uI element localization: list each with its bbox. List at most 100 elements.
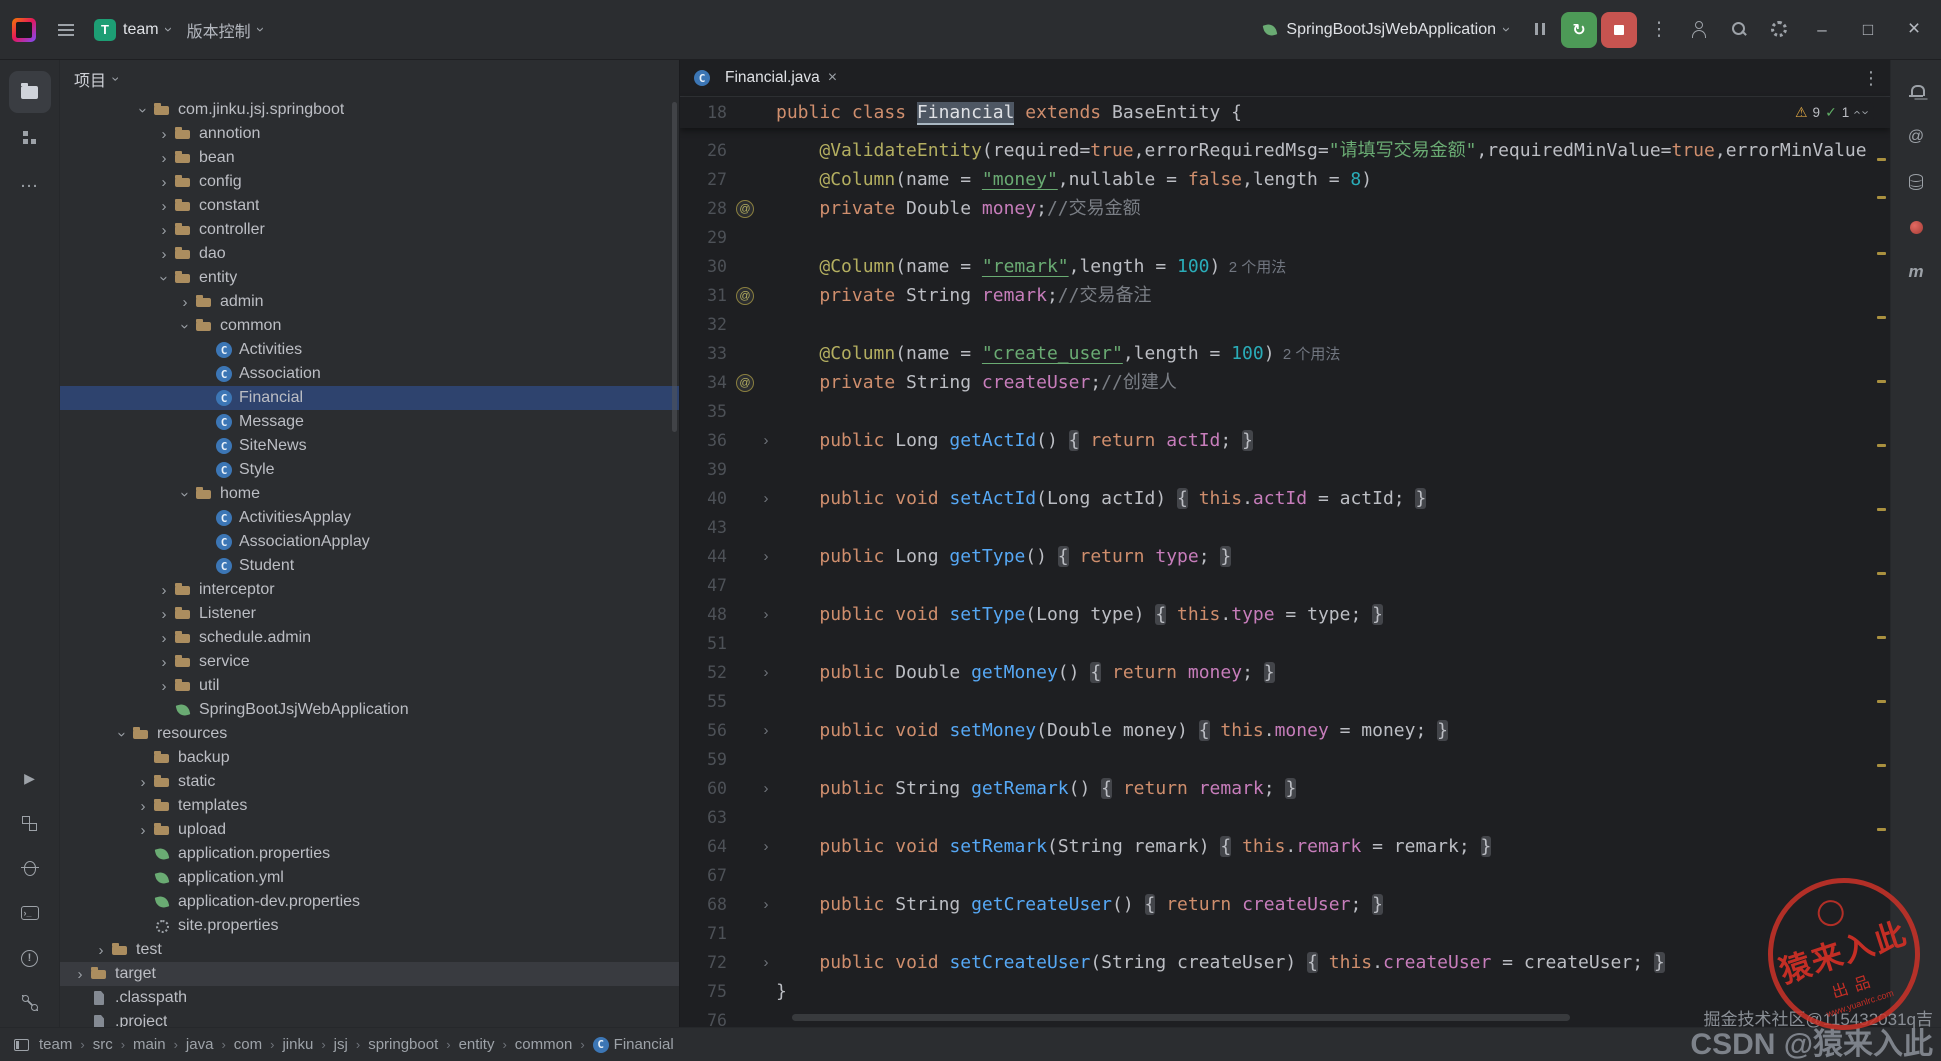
tree-item-util[interactable]: › util: [60, 674, 679, 698]
tree-item-test[interactable]: › test: [60, 938, 679, 962]
code-lines[interactable]: 26 @ValidateEntity(required=true,errorRe…: [680, 128, 1890, 1027]
tree-item-interceptor[interactable]: › interceptor: [60, 578, 679, 602]
tree-item-Listener[interactable]: › Listener: [60, 602, 679, 626]
minimize-icon[interactable]: –: [1799, 9, 1845, 51]
warning-stripe-mark[interactable]: [1877, 636, 1886, 639]
tree-chevron-icon[interactable]: ›: [154, 606, 174, 623]
breadcrumb-item-jsj[interactable]: jsj: [334, 1036, 348, 1053]
tree-chevron-icon[interactable]: ›: [175, 294, 195, 311]
vcs-widget[interactable]: 版本控制 ›: [179, 14, 271, 46]
warning-stripe-mark[interactable]: [1877, 316, 1886, 319]
breadcrumb-item-team[interactable]: team: [39, 1036, 72, 1053]
next-highlight-icon[interactable]: ›: [1858, 110, 1873, 114]
warning-stripe-mark[interactable]: [1877, 252, 1886, 255]
tree-chevron-icon[interactable]: ›: [91, 942, 111, 959]
tree-scrollbar[interactable]: [672, 102, 677, 432]
warning-stripe-mark[interactable]: [1877, 764, 1886, 767]
run-icon[interactable]: ▶: [9, 757, 51, 799]
tree-item-static[interactable]: › static: [60, 770, 679, 794]
pause-icon[interactable]: [1521, 11, 1557, 47]
breadcrumb-item-common[interactable]: common: [515, 1036, 573, 1053]
tree-chevron-icon[interactable]: ›: [154, 174, 174, 191]
tree-item-application.properties[interactable]: application.properties: [60, 842, 679, 866]
tree-item-Activities[interactable]: C Activities: [60, 338, 679, 362]
tree-item-controller[interactable]: › controller: [60, 218, 679, 242]
tab-financial-java[interactable]: C Financial.java ×: [680, 60, 851, 96]
tree-item-com.jinku.jsj.springboot[interactable]: › com.jinku.jsj.springboot: [60, 98, 679, 122]
tree-item-application-dev.properties[interactable]: application-dev.properties: [60, 890, 679, 914]
fold-arrow-icon[interactable]: ›: [756, 548, 776, 565]
tree-item-backup[interactable]: backup: [60, 746, 679, 770]
more-vertical-icon[interactable]: ⋮: [1641, 12, 1677, 48]
fold-arrow-icon[interactable]: ›: [756, 432, 776, 449]
ai-assistant-icon[interactable]: @: [1895, 116, 1937, 158]
tree-chevron-icon[interactable]: ›: [177, 316, 194, 336]
close-icon[interactable]: ×: [1891, 8, 1937, 50]
problems-icon[interactable]: !: [9, 937, 51, 979]
tree-chevron-icon[interactable]: ›: [114, 724, 131, 744]
warning-stripe-mark[interactable]: [1877, 508, 1886, 511]
breadcrumb-item-src[interactable]: src: [93, 1036, 113, 1053]
tree-item-Style[interactable]: C Style: [60, 458, 679, 482]
fold-arrow-icon[interactable]: ›: [756, 606, 776, 623]
fold-arrow-icon[interactable]: ›: [756, 954, 776, 971]
stop-icon[interactable]: [1601, 12, 1637, 49]
database-icon[interactable]: [1895, 161, 1937, 203]
maximize-icon[interactable]: □: [1845, 9, 1891, 51]
tree-item-AssociationApplay[interactable]: C AssociationApplay: [60, 530, 679, 554]
breadcrumb-item-springboot[interactable]: springboot: [368, 1036, 438, 1053]
profiler-icon[interactable]: [1895, 206, 1937, 248]
settings-icon[interactable]: [1761, 11, 1797, 47]
tree-item-service[interactable]: › service: [60, 650, 679, 674]
horizontal-scrollbar[interactable]: [792, 1014, 1570, 1021]
tree-item-.classpath[interactable]: .classpath: [60, 986, 679, 1010]
notifications-icon[interactable]: [1895, 71, 1937, 113]
tree-item-SiteNews[interactable]: C SiteNews: [60, 434, 679, 458]
tree-item-bean[interactable]: › bean: [60, 146, 679, 170]
fold-arrow-icon[interactable]: ›: [756, 896, 776, 913]
terminal-icon[interactable]: ›_: [9, 892, 51, 934]
warning-stripe-mark[interactable]: [1877, 196, 1886, 199]
tree-item-admin[interactable]: › admin: [60, 290, 679, 314]
tree-item-home[interactable]: › home: [60, 482, 679, 506]
tree-item-annotion[interactable]: › annotion: [60, 122, 679, 146]
tree-chevron-icon[interactable]: ›: [133, 822, 153, 839]
project-panel-header[interactable]: 项目 ›: [60, 60, 679, 98]
tree-item-Student[interactable]: C Student: [60, 554, 679, 578]
tree-item-SpringBootJsjWebApplication[interactable]: SpringBootJsjWebApplication: [60, 698, 679, 722]
warning-stripe-mark[interactable]: [1877, 700, 1886, 703]
tree-item-config[interactable]: › config: [60, 170, 679, 194]
tree-item-.project[interactable]: .project: [60, 1010, 679, 1027]
tree-chevron-icon[interactable]: ›: [154, 630, 174, 647]
tree-chevron-icon[interactable]: ›: [135, 100, 152, 120]
tool-window-toggle-icon[interactable]: [14, 1038, 29, 1051]
debug-icon[interactable]: [9, 847, 51, 889]
breadcrumb-item-Financial[interactable]: C Financial: [592, 1036, 674, 1053]
tree-chevron-icon[interactable]: ›: [154, 654, 174, 671]
warning-stripe-mark[interactable]: [1877, 380, 1886, 383]
tree-item-Association[interactable]: C Association: [60, 362, 679, 386]
tree-item-upload[interactable]: › upload: [60, 818, 679, 842]
tree-item-schedule.admin[interactable]: › schedule.admin: [60, 626, 679, 650]
tree-chevron-icon[interactable]: ›: [154, 678, 174, 695]
tree-item-target[interactable]: › target: [60, 962, 679, 986]
tree-item-constant[interactable]: › constant: [60, 194, 679, 218]
breadcrumb-item-main[interactable]: main: [133, 1036, 166, 1053]
tree-item-templates[interactable]: › templates: [60, 794, 679, 818]
tree-item-entity[interactable]: › entity: [60, 266, 679, 290]
fold-arrow-icon[interactable]: ›: [756, 664, 776, 681]
tree-chevron-icon[interactable]: ›: [154, 222, 174, 239]
run-config-widget[interactable]: SpringBootJsjWebApplication ›: [1262, 21, 1515, 39]
annotation-gutter-icon[interactable]: @: [736, 286, 754, 305]
tree-chevron-icon[interactable]: ›: [154, 198, 174, 215]
editor-tabs-options-icon[interactable]: ⋮: [1862, 68, 1880, 89]
tree-chevron-icon[interactable]: ›: [154, 246, 174, 263]
version-control-icon[interactable]: [9, 982, 51, 1024]
tree-item-common[interactable]: › common: [60, 314, 679, 338]
tree-chevron-icon[interactable]: ›: [133, 774, 153, 791]
breadcrumb-item-entity[interactable]: entity: [459, 1036, 495, 1053]
fold-arrow-icon[interactable]: ›: [756, 722, 776, 739]
inspections-widget[interactable]: ⚠ 9 ✓ 1 › ›: [1788, 102, 1874, 123]
tree-chevron-icon[interactable]: ›: [70, 966, 90, 983]
breadcrumb-item-jinku[interactable]: jinku: [282, 1036, 313, 1053]
